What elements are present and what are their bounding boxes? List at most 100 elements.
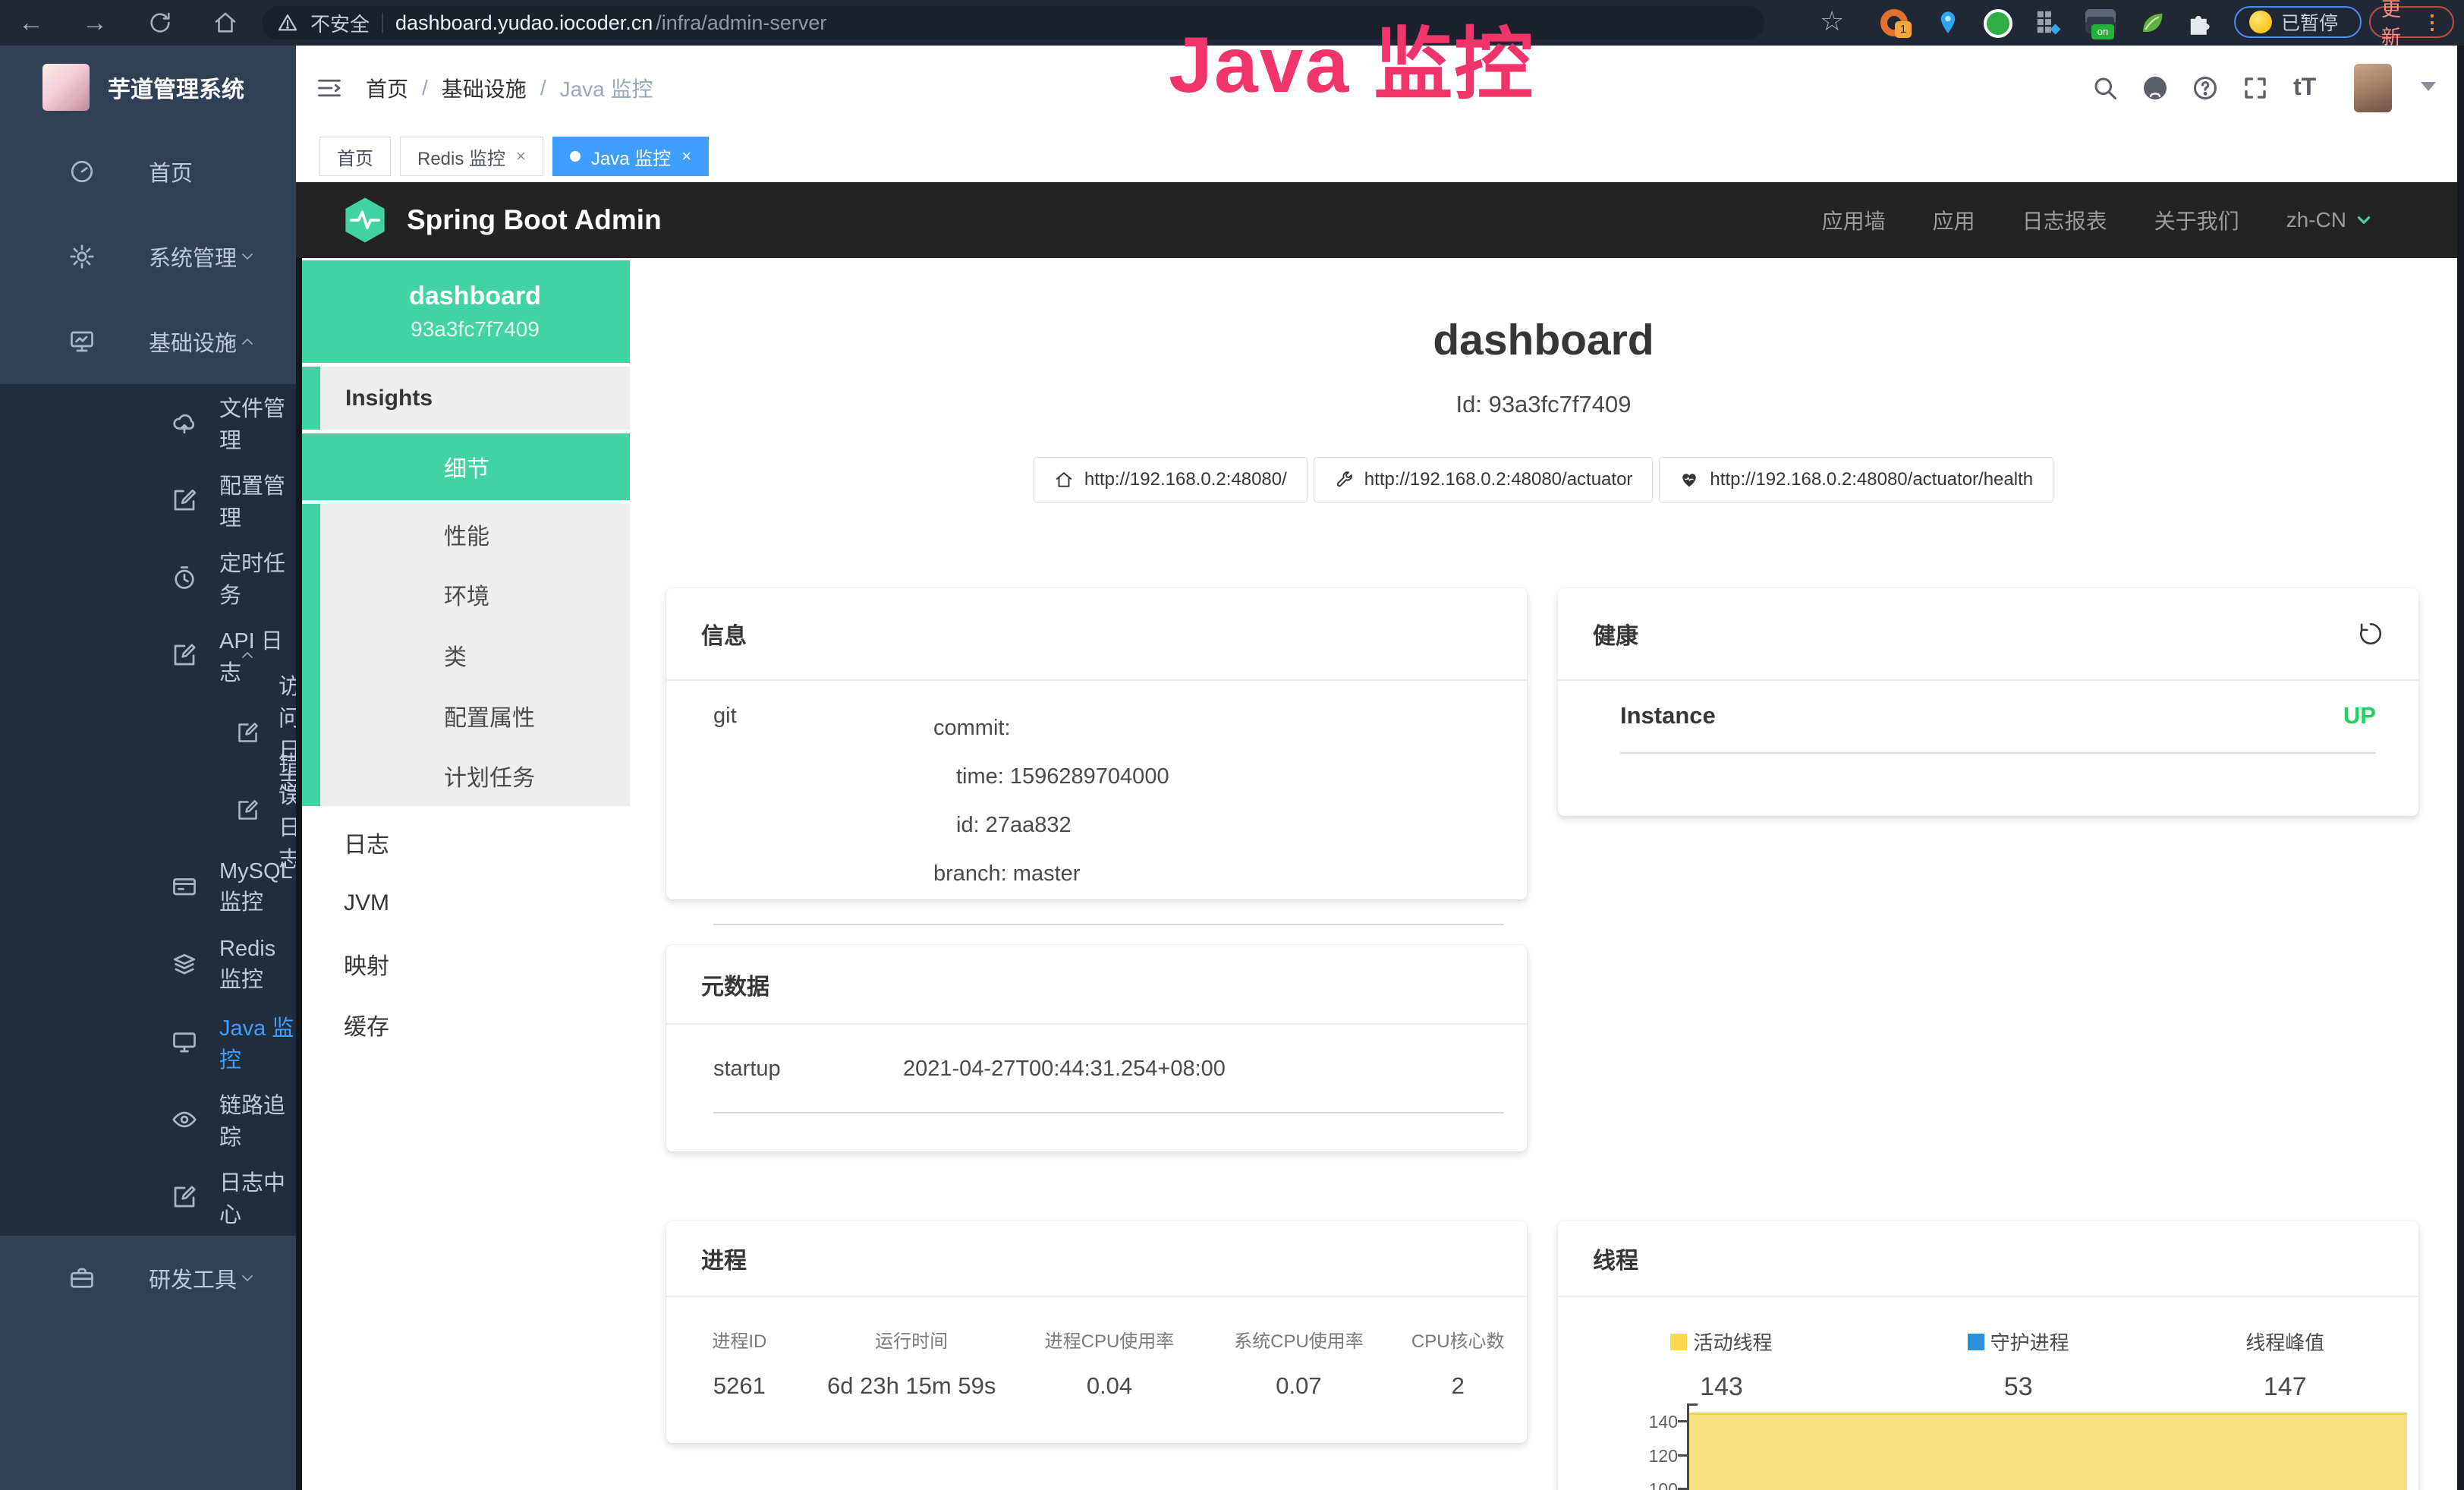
history-icon[interactable]: [2358, 621, 2384, 647]
sidebar-item-trace[interactable]: 链路追踪: [0, 1081, 296, 1158]
avatar[interactable]: [2354, 64, 2392, 112]
process-cpu: 0.04: [1011, 1372, 1209, 1400]
close-icon[interactable]: ×: [681, 146, 691, 166]
tab-java-monitor[interactable]: Java 监控 ×: [552, 137, 709, 176]
peak-threads-value: 147: [2151, 1372, 2418, 1402]
green-extension-icon[interactable]: [1984, 9, 2012, 38]
sidebar-item-label: 链路追踪: [219, 1088, 296, 1151]
menu-item-environment[interactable]: 环境: [320, 565, 630, 625]
hamburger-icon[interactable]: [316, 74, 343, 102]
infrastructure-icon: [68, 328, 96, 355]
kebab-menu-icon[interactable]: ⋮: [2422, 11, 2442, 34]
instance-links: http://192.168.0.2:48080/ http://192.168…: [630, 457, 2457, 502]
browser-reload-icon[interactable]: [147, 10, 173, 36]
breadcrumb-infra[interactable]: 基础设施: [442, 73, 527, 103]
fullscreen-icon[interactable]: [2242, 74, 2269, 102]
sidebar-item-devtools[interactable]: 研发工具: [0, 1236, 296, 1321]
pin-extension-icon[interactable]: [1935, 9, 1961, 38]
sidebar-item-infra[interactable]: 基础设施: [0, 299, 296, 384]
y-tick-mark: [1678, 1454, 1687, 1457]
security-label[interactable]: 不安全: [310, 9, 370, 37]
health-card: 健康 Instance UP: [1558, 588, 2418, 816]
layers-icon: [171, 951, 198, 978]
update-browser-button[interactable]: 更新 ⋮: [2369, 6, 2454, 38]
instance-name: dashboard: [320, 282, 630, 311]
service-url-button[interactable]: http://192.168.0.2:48080/: [1034, 457, 1308, 502]
instance-header[interactable]: dashboard 93a3fc7f7409: [320, 260, 630, 363]
tab-home[interactable]: 首页: [319, 137, 391, 176]
col-header: 进程ID: [666, 1326, 813, 1353]
help-icon[interactable]: [2192, 74, 2219, 102]
sidebar-item-files[interactable]: 文件管理: [0, 384, 296, 461]
sidebar-item-jobs[interactable]: 定时任务: [0, 539, 296, 616]
browser-home-icon[interactable]: [212, 10, 238, 36]
sidebar-item-redis[interactable]: Redis 监控: [0, 926, 296, 1003]
git-commit-line: commit:: [933, 704, 1169, 752]
eye-icon: [171, 1106, 198, 1133]
menu-item-logs[interactable]: 日志: [302, 812, 630, 873]
app-logo-image: [42, 64, 90, 111]
menu-item-classes[interactable]: 类: [320, 625, 630, 685]
menu-item-metrics[interactable]: 性能: [320, 504, 630, 565]
cloud-upload-icon: [171, 409, 198, 436]
menu-item-caches[interactable]: 缓存: [302, 994, 630, 1055]
actuator-url-button[interactable]: http://192.168.0.2:48080/actuator: [1314, 457, 1654, 502]
browser-forward-icon[interactable]: →: [82, 8, 108, 37]
sidebar-item-system[interactable]: 系统管理: [0, 214, 296, 299]
health-key: Instance: [1620, 702, 1716, 729]
close-icon[interactable]: ×: [516, 146, 526, 166]
breadcrumb-home[interactable]: 首页: [366, 73, 408, 103]
log-edit-icon: [171, 641, 198, 669]
health-url: http://192.168.0.2:48080/actuator/health: [1710, 469, 2033, 490]
sba-brand[interactable]: Spring Boot Admin: [343, 196, 662, 244]
menu-item-scheduled-tasks[interactable]: 计划任务: [320, 745, 630, 806]
puzzle-extension-icon[interactable]: [2186, 9, 2213, 36]
url-host: dashboard.yudao.iocoder.cn: [395, 11, 653, 35]
profile-paused-chip[interactable]: 已暂停: [2234, 6, 2362, 38]
sidebar-item-label: MySQL 监控: [219, 859, 296, 916]
sidebar-item-access-log[interactable]: 访问日志: [0, 694, 296, 771]
sidebar-item-log-center[interactable]: 日志中心: [0, 1158, 296, 1236]
sba-locale-select[interactable]: zh-CN: [2286, 208, 2374, 232]
sba-nav-applications[interactable]: 应用: [1933, 205, 1975, 235]
sidebar-item-home[interactable]: 首页: [0, 129, 296, 214]
java-monitor-icon: [171, 1029, 198, 1056]
tab-redis-monitor[interactable]: Redis 监控 ×: [400, 137, 543, 176]
tabs-bar: 首页 Redis 监控 × Java 监控 ×: [296, 131, 2457, 182]
sidebar-item-error-log[interactable]: 错误日志: [0, 771, 296, 849]
leaf-extension-icon[interactable]: [2138, 9, 2166, 36]
screenshot-root: ← → 不安全 dashboard.yudao.iocoder.cn/infra…: [0, 0, 2464, 1490]
card-title: 信息: [666, 588, 1527, 681]
search-icon[interactable]: [2091, 74, 2119, 102]
menu-item-mappings[interactable]: 映射: [302, 934, 630, 994]
menu-item-jvm[interactable]: JVM: [302, 873, 630, 934]
sidebar-item-java[interactable]: Java 监控: [0, 1003, 296, 1081]
tab-label: Java 监控: [591, 143, 671, 170]
browser-back-icon[interactable]: ←: [18, 8, 44, 37]
menu-item-config-props[interactable]: 配置属性: [320, 685, 630, 746]
instance-id: 93a3fc7f7409: [320, 317, 630, 342]
col-header: 系统CPU使用率: [1208, 1326, 1389, 1353]
sba-nav-about[interactable]: 关于我们: [2154, 205, 2239, 235]
sidebar-item-label: 文件管理: [219, 391, 296, 455]
health-url-button[interactable]: http://192.168.0.2:48080/actuator/health: [1659, 457, 2053, 502]
sidebar-item-mysql[interactable]: MySQL 监控: [0, 849, 296, 926]
active-dot-icon: [570, 151, 581, 162]
sidebar-item-api-log[interactable]: API 日志: [0, 616, 296, 694]
legend-label: 活动线程: [1693, 1328, 1772, 1356]
caret-down-icon[interactable]: [2421, 82, 2436, 91]
url-path: /infra/admin-server: [656, 11, 826, 35]
log-edit-icon: [171, 1183, 198, 1211]
grid-extension-icon[interactable]: [2035, 9, 2061, 35]
menu-item-details[interactable]: 细节: [320, 433, 630, 500]
sidebar-item-config[interactable]: 配置管理: [0, 461, 296, 539]
font-size-icon[interactable]: tT: [2293, 73, 2316, 101]
sba-nav-wallboard[interactable]: 应用墙: [1822, 205, 1886, 235]
bookmark-star-icon[interactable]: ☆: [1820, 7, 1844, 36]
system-cpu: 0.07: [1208, 1372, 1389, 1400]
page-scrollbar[interactable]: [2457, 46, 2464, 1490]
health-instance-row[interactable]: Instance UP: [1620, 702, 2376, 754]
sba-nav-journal[interactable]: 日志报表: [2022, 205, 2107, 235]
github-icon[interactable]: [2141, 74, 2169, 102]
address-bar[interactable]: 不安全 dashboard.yudao.iocoder.cn/infra/adm…: [262, 6, 1764, 39]
